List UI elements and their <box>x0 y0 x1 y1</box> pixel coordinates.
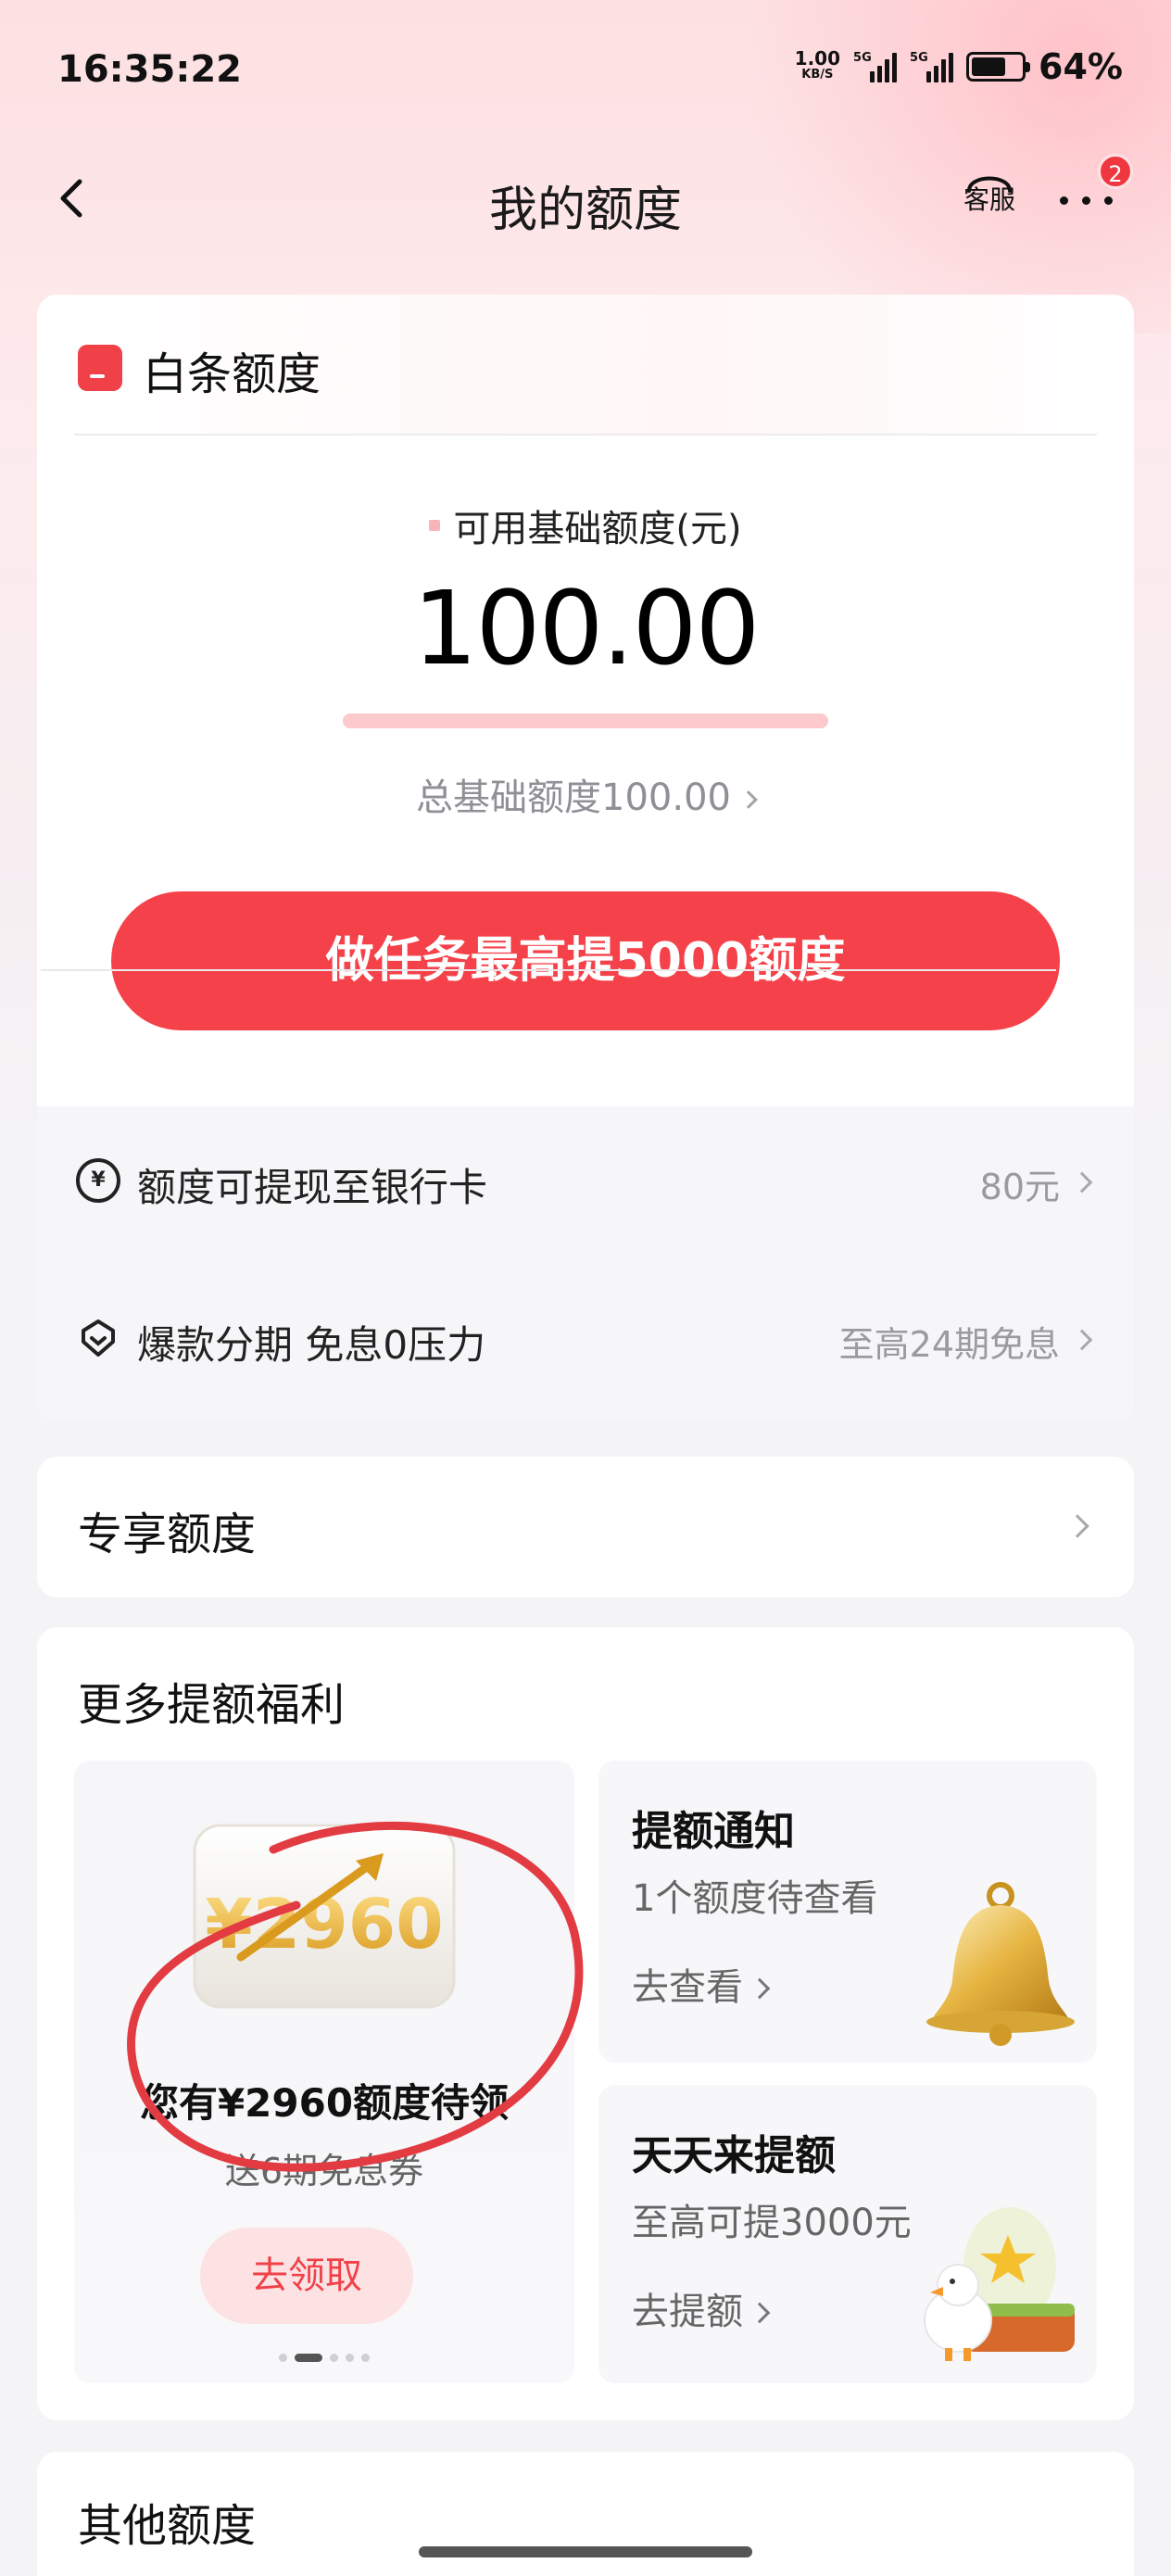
battery-percent: 64% <box>1039 46 1123 87</box>
status-time: 16:35:22 <box>57 48 242 91</box>
available-label: 可用基础额度(元) <box>37 499 1134 552</box>
tile-title: 提额通知 <box>632 1808 795 1855</box>
promo-banner[interactable]: ¥2960 您有¥2960额度待领 送6期免息券 去领取 <box>74 1761 574 2383</box>
other-title: 其他额度 <box>78 2500 257 2552</box>
baitiao-title: 白条额度 <box>143 348 321 400</box>
signal-1-icon: 5G <box>853 51 898 82</box>
task-boost-button[interactable]: 做任务最高提5000额度 <box>111 891 1060 1030</box>
withdraw-value: 80元 <box>979 1167 1060 1207</box>
chevron-right-icon <box>739 790 758 809</box>
home-indicator[interactable] <box>419 2546 752 2557</box>
carousel-dot <box>361 2354 370 2362</box>
installment-label: 爆款分期 免息0压力 <box>137 1322 486 1368</box>
chevron-right-icon <box>1071 1329 1093 1351</box>
nav-bar: 我的额度 客服 <box>0 148 1171 250</box>
duck-egg-icon <box>924 2207 1075 2361</box>
customer-service-button[interactable]: 客服 <box>960 167 1019 232</box>
claim-button[interactable]: 去领取 <box>200 2228 413 2324</box>
exclusive-title: 专享额度 <box>78 1509 257 1560</box>
installment-value: 至高24期免息 <box>838 1324 1060 1365</box>
notification-badge: 2 <box>1098 154 1133 189</box>
carousel-dot <box>330 2354 338 2362</box>
carousel-dot-active <box>295 2354 322 2362</box>
divider <box>41 969 1056 971</box>
daily-boost-tile[interactable]: 天天来提额 至高可提3000元 去提额 <box>598 2085 1097 2383</box>
chevron-right-icon <box>1065 1514 1089 1538</box>
chevron-right-icon <box>749 1977 771 2000</box>
chevron-right-icon <box>1071 1171 1093 1193</box>
limit-notice-tile[interactable]: 提额通知 1个额度待查看 去查看 <box>598 1761 1097 2063</box>
signal-2-icon: 5G <box>910 51 954 82</box>
tile-subtitle: 1个额度待查看 <box>632 1877 878 1920</box>
withdraw-label: 额度可提现至银行卡 <box>137 1165 488 1210</box>
shopping-tag-icon <box>82 1320 115 1357</box>
bullet-icon <box>429 520 441 531</box>
status-bar: 16:35:22 1.00 KB/S 5G 5G 64% <box>0 0 1171 139</box>
boost-link[interactable]: 去提额 <box>632 2281 771 2335</box>
card-icon <box>78 345 122 391</box>
exclusive-credit-card[interactable]: 专享额度 <box>37 1457 1134 1597</box>
carousel-dot <box>279 2354 287 2362</box>
tile-title: 天天来提额 <box>632 2132 836 2179</box>
promo-subtext: 送6期免息券 <box>224 2151 424 2191</box>
tile-subtitle: 至高可提3000元 <box>632 2202 912 2244</box>
benefits-card: 更多提额福利 ¥2960 您有¥2960额度待领 送6期免息券 去领取 提额通知… <box>37 1627 1134 2420</box>
benefits-title: 更多提额福利 <box>78 1679 346 1731</box>
baitiao-credit-card: 白条额度 可用基础额度(元) 100.00 总基础额度100.00 做任务最高提… <box>37 295 1134 1421</box>
carousel-indicator <box>74 2354 574 2362</box>
baitiao-header: 白条额度 <box>37 295 1134 434</box>
status-icons: 1.00 KB/S 5G 5G 64% <box>795 46 1123 87</box>
promo-headline: 您有¥2960额度待领 <box>139 2080 510 2126</box>
battery-icon <box>966 52 1031 82</box>
chevron-right-icon <box>749 2302 771 2324</box>
divider <box>74 434 1097 436</box>
gold-bell-icon <box>926 1882 1075 2046</box>
net-speed: 1.00 KB/S <box>794 47 841 82</box>
carousel-dot <box>346 2354 354 2362</box>
view-link[interactable]: 去查看 <box>632 1957 771 2011</box>
installment-row[interactable]: 爆款分期 免息0压力 至高24期免息 <box>37 1264 1134 1421</box>
gold-amount-badge-icon: ¥2960 <box>193 1824 456 2009</box>
baitiao-options: ¥ 额度可提现至银行卡 80元 爆款分期 免息0压力 至高24期免息 <box>37 1106 1134 1421</box>
withdraw-row[interactable]: ¥ 额度可提现至银行卡 80元 <box>37 1106 1134 1264</box>
headset-icon <box>967 176 1012 193</box>
available-amount: 100.00 <box>412 569 761 688</box>
total-credit-link[interactable]: 总基础额度100.00 <box>37 767 1134 821</box>
credit-progress-bar <box>343 713 828 728</box>
yen-coin-icon: ¥ <box>76 1158 120 1203</box>
